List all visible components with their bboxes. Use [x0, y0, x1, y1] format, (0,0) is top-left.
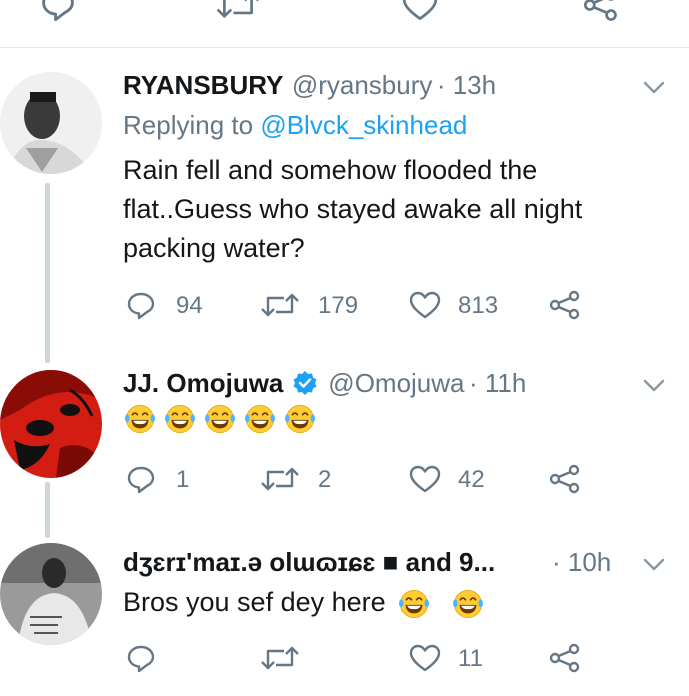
- tweet[interactable]: JJ. Omojuwa @Omojuwa · 11h 1 2 42: [0, 360, 689, 520]
- username[interactable]: @ryansbury: [292, 70, 433, 100]
- reply-icon[interactable]: [126, 290, 156, 320]
- laughing-emoji-icon: [123, 402, 157, 436]
- chevron-down-icon[interactable]: [642, 557, 666, 573]
- like-count: 813: [458, 292, 499, 319]
- share-icon[interactable]: [548, 643, 582, 673]
- tweet[interactable]: RYANSBURY @ryansbury · 13h Replying to @…: [0, 60, 689, 340]
- like-icon[interactable]: [408, 643, 442, 673]
- replying-to: Replying to @Blvck_skinhead: [123, 110, 468, 140]
- emoji-row: [123, 402, 323, 436]
- avatar-photo: [0, 543, 102, 645]
- like-icon[interactable]: [408, 464, 442, 494]
- timestamp[interactable]: · 11h: [469, 368, 526, 398]
- laughing-emoji-icon: [243, 402, 277, 436]
- username[interactable]: @Omojuwa: [328, 368, 464, 398]
- retweet-count: 179: [318, 292, 359, 319]
- reply-icon[interactable]: [126, 464, 156, 494]
- mention-link[interactable]: @Blvck_skinhead: [260, 110, 467, 140]
- like-count: 11: [458, 645, 483, 672]
- avatar-photo: [0, 370, 102, 478]
- retweet-icon[interactable]: [260, 290, 300, 320]
- avatar-photo: [0, 72, 102, 174]
- retweet-icon[interactable]: [260, 464, 300, 494]
- tweet[interactable]: dʒɛrɪ'maɪ.ə olɯɷɪɕɛ ■ and 9... · 10h Bro…: [0, 535, 689, 696]
- avatar[interactable]: [0, 370, 102, 478]
- display-name[interactable]: dʒɛrɪ'maɪ.ə olɯɷɪɕɛ ■ and 9...: [123, 547, 495, 577]
- chevron-down-icon[interactable]: [642, 378, 666, 394]
- tweet-text: Bros you sef dey here: [123, 583, 491, 622]
- tweet-text: Rain fell and somehow flooded the flat..…: [123, 155, 583, 263]
- timestamp[interactable]: · 13h: [437, 70, 496, 100]
- like-icon[interactable]: [408, 290, 442, 320]
- avatar[interactable]: [0, 543, 102, 645]
- avatar[interactable]: [0, 72, 102, 174]
- like-count: 42: [458, 466, 485, 493]
- reply-count: 94: [176, 292, 203, 319]
- laughing-emoji-icon: [203, 402, 237, 436]
- like-icon[interactable]: [400, 0, 440, 22]
- laughing-emoji-icon: [451, 587, 485, 621]
- laughing-emoji-icon: [163, 402, 197, 436]
- reply-icon[interactable]: [40, 0, 76, 22]
- share-icon[interactable]: [582, 0, 620, 22]
- laughing-emoji-icon: [283, 402, 317, 436]
- share-icon[interactable]: [548, 290, 582, 320]
- reply-icon[interactable]: [126, 643, 156, 673]
- chevron-down-icon[interactable]: [642, 80, 666, 96]
- display-name[interactable]: JJ. Omojuwa: [123, 368, 283, 398]
- retweet-count: 2: [318, 466, 332, 493]
- share-icon[interactable]: [548, 464, 582, 494]
- verified-badge-icon: [292, 370, 318, 396]
- divider: [0, 47, 689, 48]
- retweet-icon[interactable]: [215, 0, 261, 22]
- laughing-emoji-icon: [397, 587, 431, 621]
- retweet-icon[interactable]: [260, 643, 300, 673]
- display-name[interactable]: RYANSBURY: [123, 70, 283, 100]
- timestamp[interactable]: · 10h: [552, 547, 611, 577]
- reply-count: 1: [176, 466, 190, 493]
